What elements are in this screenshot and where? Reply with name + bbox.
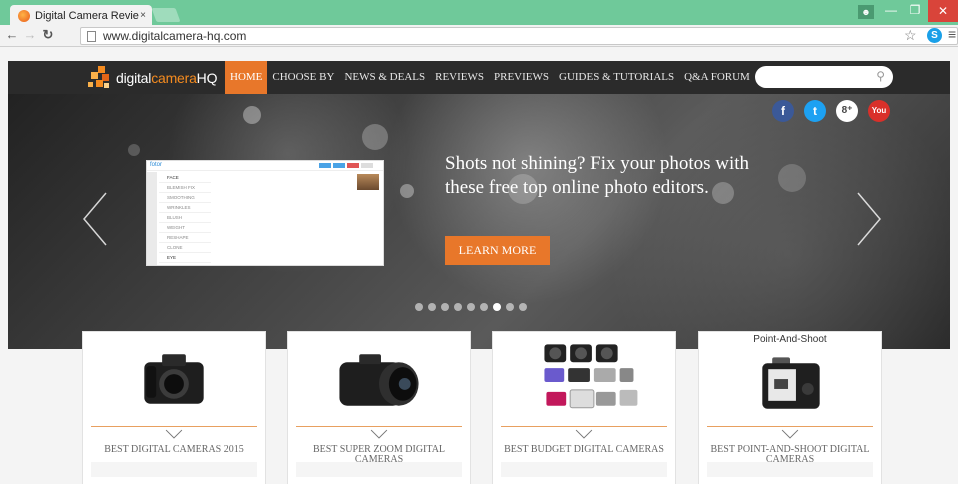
card-divider bbox=[501, 426, 667, 427]
card-footer bbox=[707, 462, 873, 477]
nav-choose-by[interactable]: CHOOSE BY bbox=[267, 61, 339, 94]
slide-dot[interactable] bbox=[519, 303, 527, 311]
next-slide-arrow-icon[interactable] bbox=[854, 189, 884, 249]
address-bar[interactable]: www.digitalcamera-hq.com bbox=[80, 27, 958, 45]
nav-previews[interactable]: PREVIEWS bbox=[489, 61, 554, 94]
browser-toolbar: ← → ↻ www.digitalcamera-hq.com ☆ S ≡ bbox=[0, 25, 958, 47]
google-plus-icon[interactable]: 8⁺ bbox=[836, 100, 858, 122]
tab-title: Digital Camera Revie bbox=[35, 9, 139, 22]
search-icon[interactable]: ⚲ bbox=[876, 69, 885, 83]
budget-cameras-image bbox=[544, 344, 638, 409]
card-divider bbox=[296, 426, 462, 427]
bokeh-light bbox=[400, 184, 414, 198]
skype-extension-icon[interactable]: S bbox=[927, 28, 942, 43]
fotor-menu-item: WRINKLES bbox=[159, 203, 211, 213]
fotor-menu-item: BLEMISH FIX bbox=[159, 183, 211, 193]
fotor-menu-item: RESHAPE bbox=[159, 233, 211, 243]
slide-dot[interactable] bbox=[441, 303, 449, 311]
prev-slide-arrow-icon[interactable] bbox=[80, 189, 110, 249]
category-card[interactable]: BEST DIGITAL CAMERAS 2015 bbox=[82, 331, 266, 484]
logo-mark-icon bbox=[88, 66, 112, 90]
page-icon bbox=[87, 31, 96, 42]
tab-close-icon[interactable]: × bbox=[140, 10, 146, 21]
nav-reviews[interactable]: REVIEWS bbox=[430, 61, 489, 94]
nav-home[interactable]: HOME bbox=[225, 61, 268, 94]
slide-dots bbox=[415, 303, 527, 311]
new-tab-button[interactable] bbox=[151, 8, 181, 22]
user-profile-icon[interactable]: ☻ bbox=[858, 5, 874, 19]
fotor-sidebar bbox=[147, 172, 157, 265]
nav-guides-tutorials[interactable]: GUIDES & TUTORIALS bbox=[554, 61, 679, 94]
slide-screenshot: fotor FACE BLEMISH FIX SMOOTHING WRINKLE… bbox=[146, 160, 384, 266]
site-search-input[interactable]: ⚲ bbox=[755, 66, 893, 88]
chrome-menu-icon[interactable]: ≡ bbox=[948, 26, 956, 42]
chevron-down-icon bbox=[575, 429, 593, 439]
card-label: BEST DIGITAL CAMERAS 2015 bbox=[104, 444, 244, 455]
site-header: digitalcameraHQ HOME CHOOSE BY NEWS & DE… bbox=[8, 61, 950, 94]
category-cards: BEST DIGITAL CAMERAS 2015 BEST SUPER ZOO… bbox=[0, 331, 958, 484]
slide-dot[interactable] bbox=[467, 303, 475, 311]
browser-titlebar: Digital Camera Revie × ☻ — ❐ ✕ bbox=[0, 0, 958, 26]
card-footer bbox=[296, 462, 462, 477]
nav-news-deals[interactable]: NEWS & DEALS bbox=[339, 61, 430, 94]
card-image-title: Point-And-Shoot bbox=[753, 334, 827, 345]
url-text: www.digitalcamera-hq.com bbox=[103, 29, 247, 43]
minimize-icon[interactable]: — bbox=[880, 0, 902, 20]
dslr-camera-image bbox=[144, 354, 204, 404]
chevron-down-icon bbox=[165, 429, 183, 439]
youtube-icon[interactable]: You bbox=[868, 100, 890, 122]
slide-dot[interactable] bbox=[493, 303, 501, 311]
maximize-icon[interactable]: ❐ bbox=[904, 0, 926, 20]
hero-headline: Shots not shining? Fix your photos with … bbox=[445, 153, 750, 198]
category-card[interactable]: BEST BUDGET DIGITAL CAMERAS bbox=[492, 331, 676, 484]
main-nav: HOME CHOOSE BY NEWS & DEALS REVIEWS PREV… bbox=[225, 61, 755, 94]
learn-more-button[interactable]: LEARN MORE bbox=[445, 236, 550, 265]
reload-icon[interactable]: ↻ bbox=[40, 27, 56, 43]
category-card[interactable]: BEST SUPER ZOOM DIGITAL CAMERAS bbox=[287, 331, 471, 484]
fotor-topbar: fotor bbox=[147, 161, 383, 171]
fotor-menu: FACE BLEMISH FIX SMOOTHING WRINKLES BLUS… bbox=[159, 173, 211, 265]
back-arrow-icon[interactable]: ← bbox=[4, 27, 20, 42]
bokeh-light bbox=[362, 124, 388, 150]
slide-dot[interactable] bbox=[480, 303, 488, 311]
fotor-menu-item: WEIGHT bbox=[159, 223, 211, 233]
close-window-icon[interactable]: ✕ bbox=[928, 0, 958, 22]
fotor-menu-item: BLUSH bbox=[159, 213, 211, 223]
card-label: BEST BUDGET DIGITAL CAMERAS bbox=[504, 444, 664, 455]
web-page: digitalcameraHQ HOME CHOOSE BY NEWS & DE… bbox=[0, 47, 958, 484]
chevron-down-icon bbox=[781, 429, 799, 439]
twitter-icon[interactable]: t bbox=[804, 100, 826, 122]
logo-text: digitalcameraHQ bbox=[116, 70, 218, 86]
fotor-menu-item: EYE bbox=[159, 253, 211, 263]
slide-dot[interactable] bbox=[454, 303, 462, 311]
card-divider bbox=[707, 426, 873, 427]
bookmark-star-icon[interactable]: ☆ bbox=[904, 27, 917, 44]
card-footer bbox=[501, 462, 667, 477]
slide-dot[interactable] bbox=[415, 303, 423, 311]
bokeh-light bbox=[778, 164, 806, 192]
chevron-down-icon bbox=[370, 429, 388, 439]
favicon-icon bbox=[18, 9, 30, 22]
fotor-menu-item: SMOOTHING bbox=[159, 193, 211, 203]
bokeh-light bbox=[128, 144, 140, 156]
browser-tab[interactable]: Digital Camera Revie × bbox=[10, 5, 152, 26]
fotor-logo: fotor bbox=[150, 162, 163, 168]
bokeh-light bbox=[243, 106, 261, 124]
nav-qa-forum[interactable]: Q&A FORUM bbox=[679, 61, 755, 94]
forward-arrow-icon[interactable]: → bbox=[22, 27, 38, 42]
facebook-icon[interactable]: f bbox=[772, 100, 794, 122]
superzoom-camera-image bbox=[339, 354, 419, 406]
hero-slider: f t 8⁺ You fotor FACE BLEMISH FIX SMOOTH… bbox=[8, 94, 950, 349]
fotor-photo bbox=[357, 174, 379, 190]
category-card[interactable]: Point-And-Shoot BEST POINT-AND-SHOOT DIG… bbox=[698, 331, 882, 484]
site-logo[interactable]: digitalcameraHQ bbox=[88, 63, 217, 93]
fotor-menu-item: FACE bbox=[159, 173, 211, 183]
point-and-shoot-camera-image bbox=[762, 357, 820, 409]
slide-dot[interactable] bbox=[428, 303, 436, 311]
fotor-menu-item: CLONE bbox=[159, 243, 211, 253]
card-divider bbox=[91, 426, 257, 427]
card-footer bbox=[91, 462, 257, 477]
slide-dot[interactable] bbox=[506, 303, 514, 311]
